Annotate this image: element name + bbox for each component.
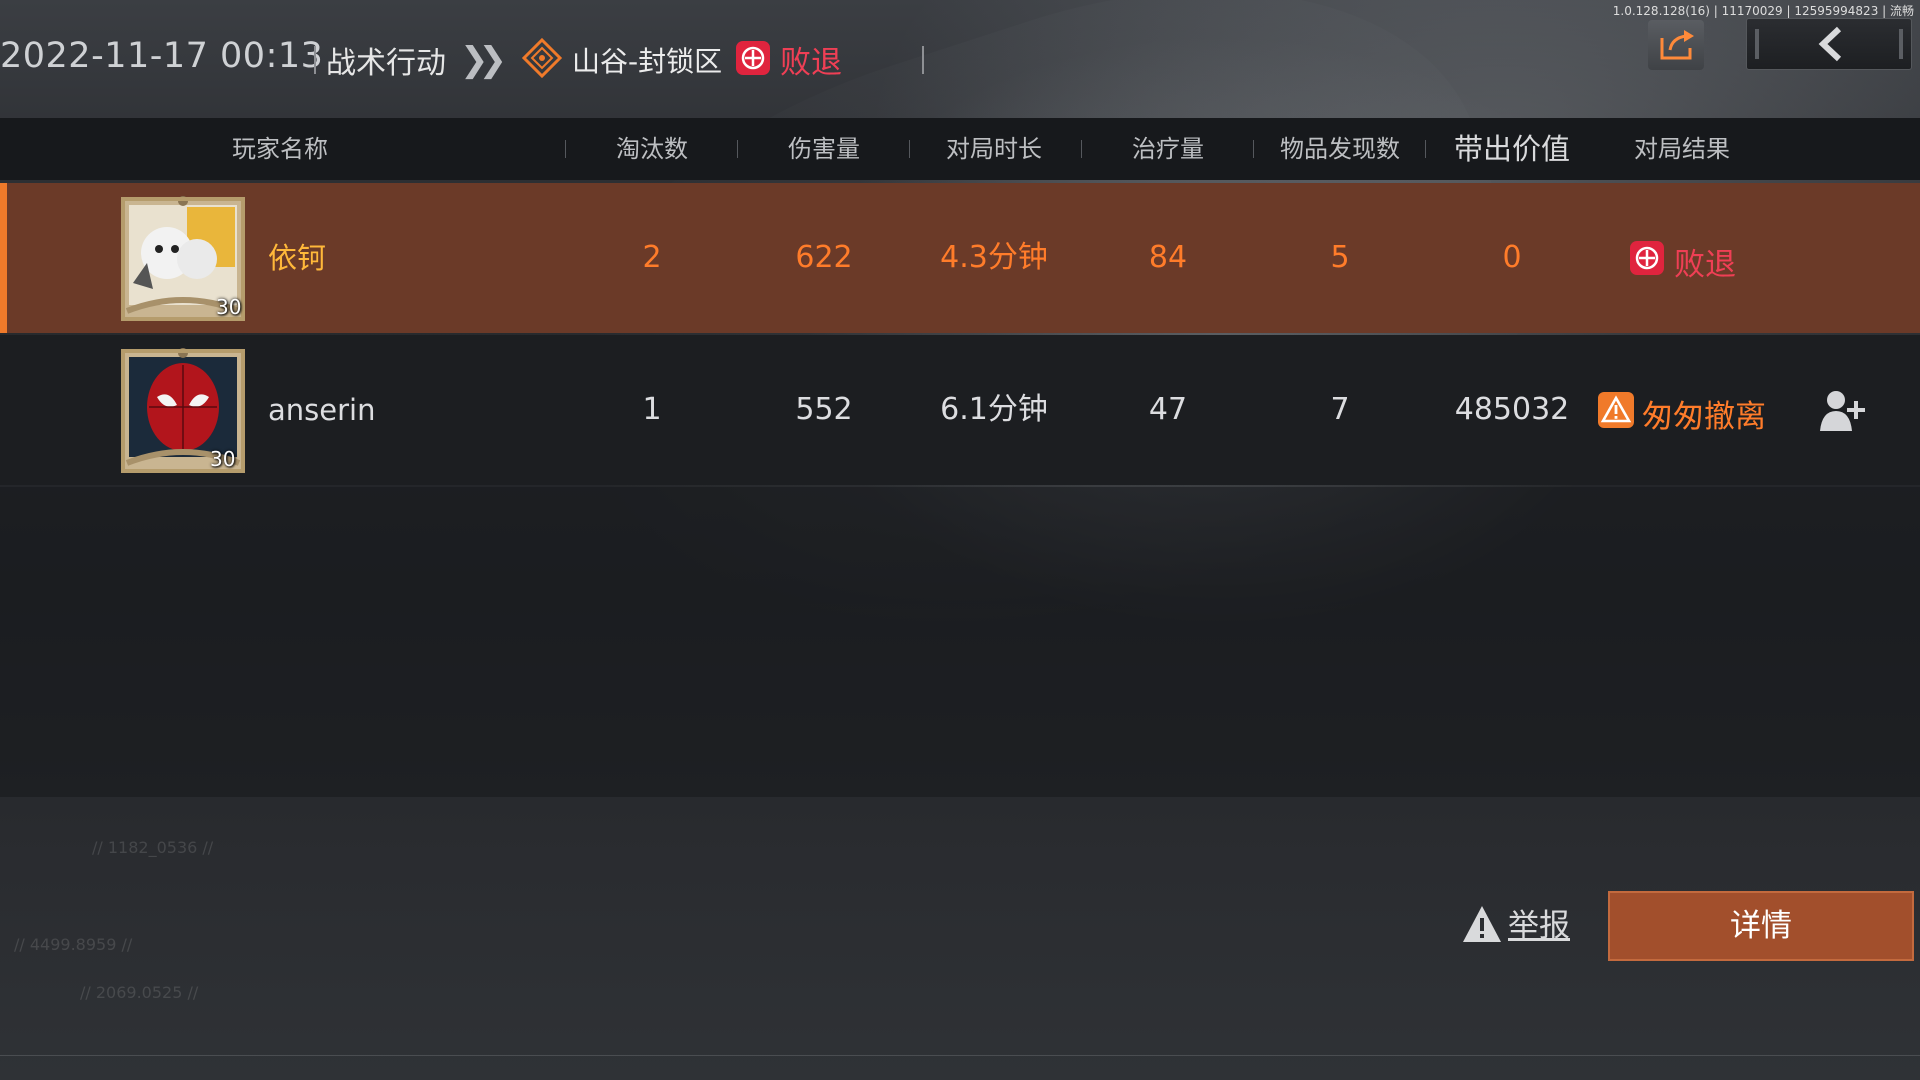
match-result: 败退 xyxy=(780,45,842,81)
table-row[interactable]: 30 依钶 2 622 4.3分钟 84 5 0 败退 xyxy=(0,183,1920,333)
map-pin-icon xyxy=(522,38,562,78)
col-healing: 治疗量 xyxy=(1132,135,1204,163)
player-level: 30 xyxy=(210,447,236,471)
healing-value: 84 xyxy=(1148,240,1188,275)
duration-value: 4.3分钟 xyxy=(940,240,1048,275)
header: 2022-11-17 00:13 战术行动 ❯❯ 山谷-封锁区 败退 xyxy=(0,0,1920,118)
col-duration: 对局时长 xyxy=(946,135,1042,163)
divider xyxy=(1081,140,1082,158)
col-player-name: 玩家名称 xyxy=(232,135,328,163)
row-accent xyxy=(0,183,7,333)
damage-value: 622 xyxy=(795,240,853,275)
match-datetime: 2022-11-17 00:13 xyxy=(0,36,324,76)
table-row[interactable]: 30 anserin 1 552 6.1分钟 47 7 485032 匆匆撤离 xyxy=(0,335,1920,485)
duration-value: 6.1分钟 xyxy=(940,392,1048,427)
player-name: 依钶 xyxy=(268,241,327,275)
warning-icon xyxy=(1598,392,1634,428)
col-match-result: 对局结果 xyxy=(1634,135,1730,163)
empty-rows-area xyxy=(0,487,1920,797)
hud-decor-text: // 2069.0525 // xyxy=(80,983,199,1002)
back-arrow-icon xyxy=(1818,26,1842,62)
divider xyxy=(1253,140,1254,158)
extract-value: 485032 xyxy=(1454,392,1570,427)
divider xyxy=(1425,140,1426,158)
eliminations-value: 2 xyxy=(642,240,662,275)
damage-value: 552 xyxy=(795,392,853,427)
player-name: anserin xyxy=(268,393,376,427)
col-eliminations: 淘汰数 xyxy=(616,135,688,163)
divider xyxy=(314,46,316,74)
items-found-value: 7 xyxy=(1330,392,1350,427)
col-extract-value: 带出价值 xyxy=(1453,132,1570,166)
game-mode: 战术行动 xyxy=(326,46,446,81)
decor-edge xyxy=(1755,29,1759,59)
items-found-value: 5 xyxy=(1330,240,1350,275)
divider xyxy=(0,1055,1920,1056)
result-label: 败退 xyxy=(1674,247,1736,283)
defeat-icon xyxy=(1630,241,1664,275)
map-name: 山谷-封锁区 xyxy=(572,45,723,78)
decor-edge xyxy=(1899,29,1903,59)
divider xyxy=(565,140,566,158)
defeat-icon xyxy=(736,41,770,75)
report-label: 举报 xyxy=(1508,908,1570,944)
add-friend-button[interactable] xyxy=(1818,387,1868,433)
share-icon xyxy=(1660,30,1694,60)
result-label: 匆匆撤离 xyxy=(1642,399,1766,435)
share-button[interactable] xyxy=(1648,20,1704,70)
warning-icon xyxy=(1463,906,1501,942)
col-items-found: 物品发现数 xyxy=(1280,135,1400,163)
hud-decor-text: // 1182_0536 // xyxy=(92,838,214,857)
healing-value: 47 xyxy=(1148,392,1188,427)
add-friend-icon xyxy=(1820,391,1865,431)
divider xyxy=(922,46,924,74)
divider xyxy=(737,140,738,158)
col-damage: 伤害量 xyxy=(788,135,860,163)
hud-decor-text: // 4499.8959 // xyxy=(14,935,133,954)
player-level: 30 xyxy=(216,295,242,319)
divider xyxy=(909,140,910,158)
back-button[interactable] xyxy=(1746,18,1912,70)
chevron-right-icon: ❯❯ xyxy=(460,40,507,80)
table-header: 玩家名称 淘汰数 伤害量 对局时长 治疗量 物品发现数 带出价值 对局结果 xyxy=(0,118,1920,180)
eliminations-value: 1 xyxy=(642,392,662,427)
extract-value: 0 xyxy=(1502,240,1522,275)
details-button[interactable]: 详情 xyxy=(1608,891,1914,961)
